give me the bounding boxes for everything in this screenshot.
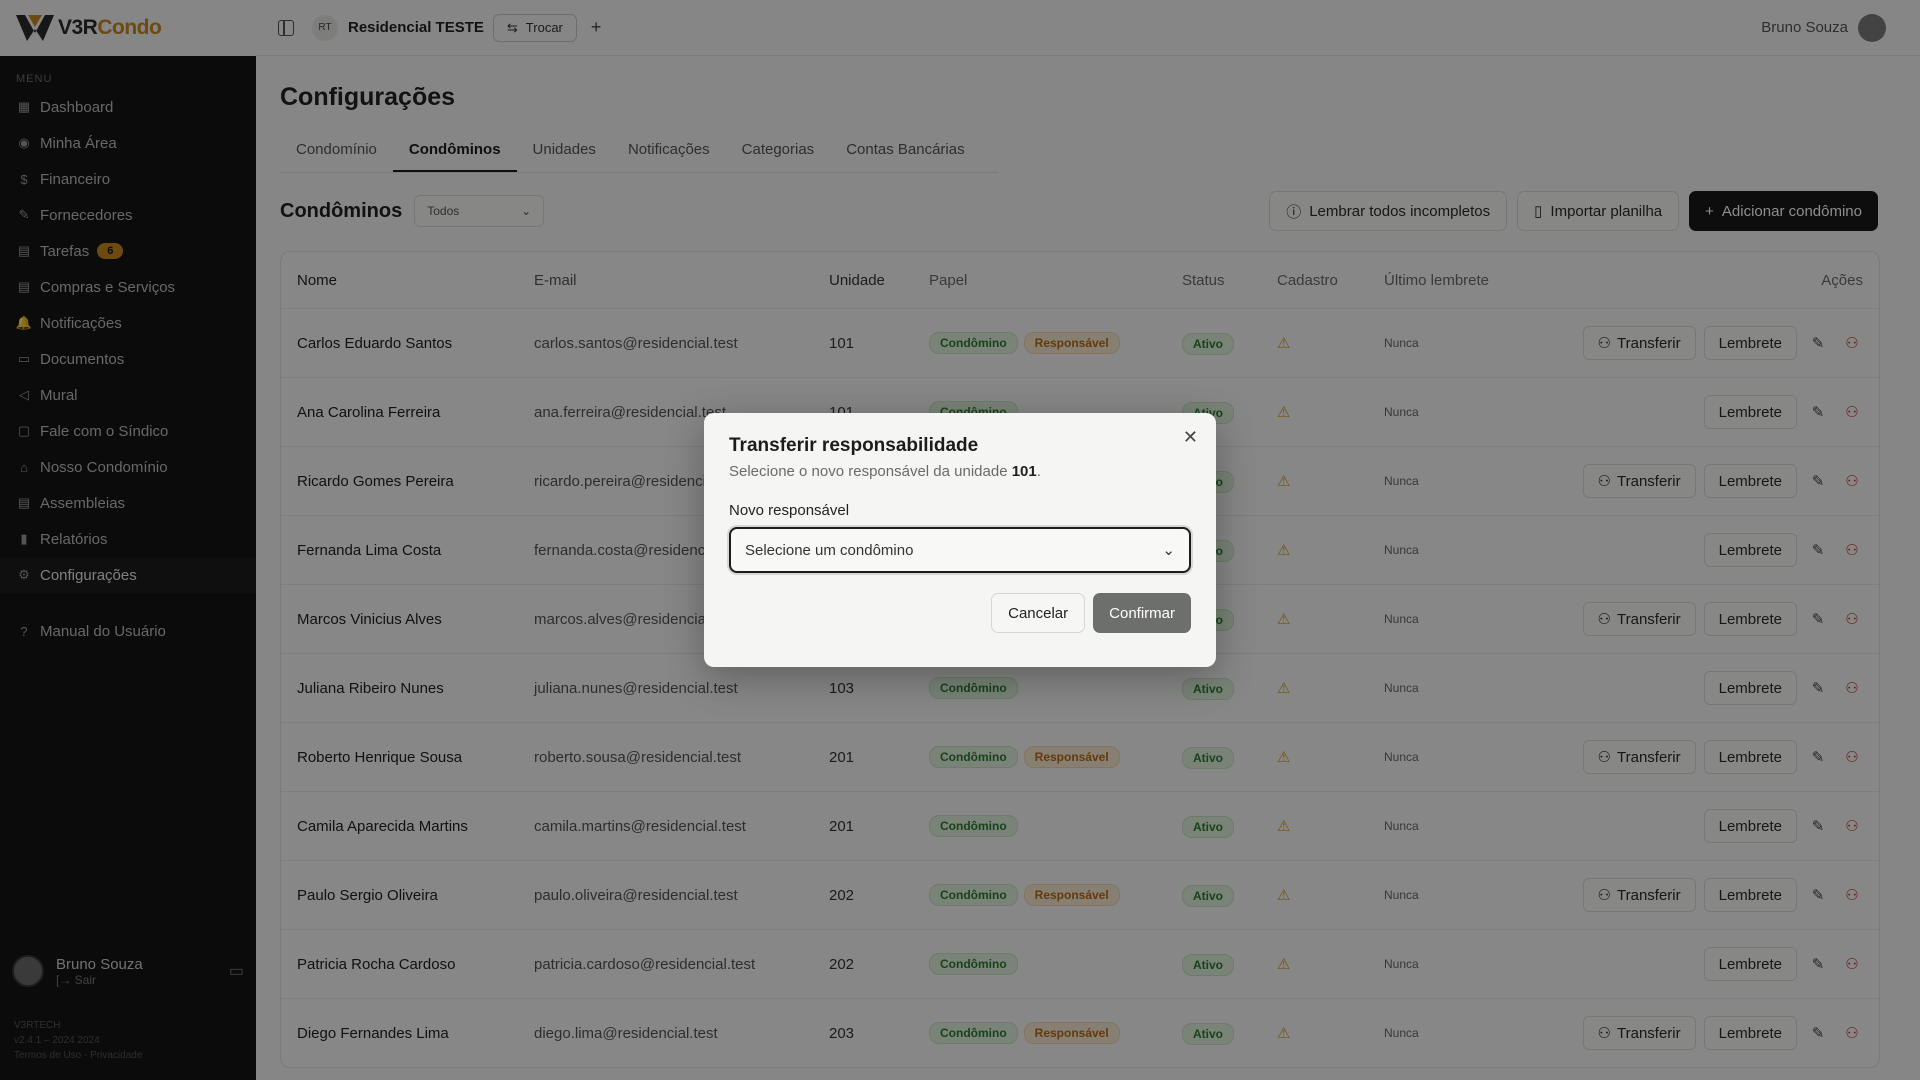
- field-label: Novo responsável: [729, 502, 850, 519]
- close-icon[interactable]: ✕: [1183, 427, 1198, 448]
- cancel-button[interactable]: Cancelar: [991, 593, 1086, 633]
- new-responsible-select[interactable]: Selecione um condômino ⌄: [729, 527, 1191, 573]
- transfer-responsibility-dialog: ✕ Transferir responsabilidade Selecione …: [704, 413, 1216, 667]
- unit-number: 101: [1011, 463, 1037, 480]
- confirm-button[interactable]: Confirmar: [1093, 593, 1191, 633]
- dialog-description: Selecione o novo responsável da unidade …: [729, 463, 1041, 480]
- dialog-title: Transferir responsabilidade: [729, 435, 979, 456]
- chevron-down-icon: ⌄: [1162, 542, 1175, 559]
